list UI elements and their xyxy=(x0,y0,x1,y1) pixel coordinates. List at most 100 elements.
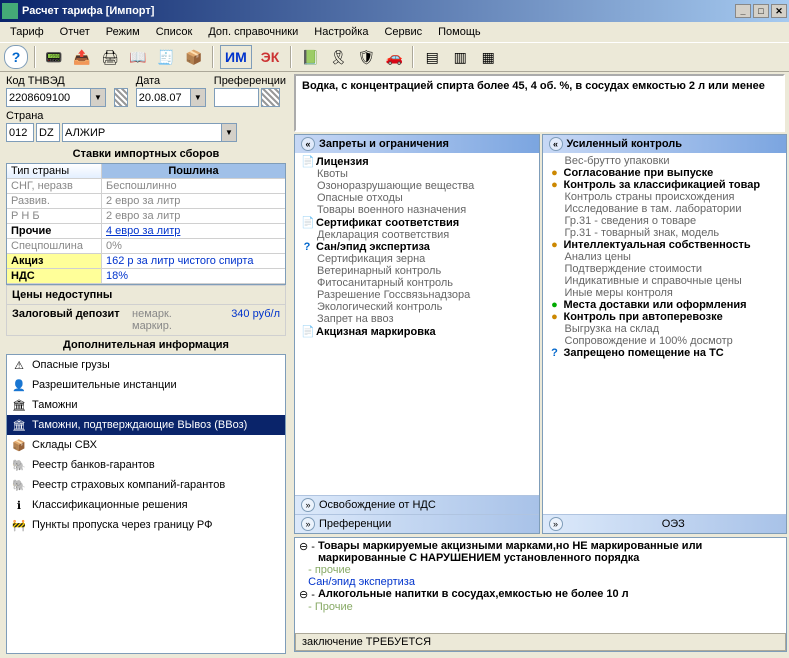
rate-value[interactable]: 18% xyxy=(102,269,285,283)
detail-item[interactable]: - прочие xyxy=(299,564,782,576)
addinfo-item[interactable]: 🐘Реестр страховых компаний-гарантов xyxy=(7,475,285,495)
menu-item[interactable]: Сервис xyxy=(378,24,428,40)
dropdown-icon[interactable]: ▼ xyxy=(91,88,106,107)
box-icon[interactable]: 📦 xyxy=(182,45,206,69)
list1-icon[interactable]: ▤ xyxy=(420,45,444,69)
sub-header[interactable]: Преференции xyxy=(319,518,391,530)
addinfo-item[interactable]: 🚧Пункты пропуска через границу РФ xyxy=(7,515,285,535)
ribbon-icon[interactable]: 🎗 xyxy=(326,45,350,69)
tree-item[interactable]: 📄Лицензия xyxy=(295,155,539,168)
menu-item[interactable]: Помощь xyxy=(432,24,487,40)
tree-item[interactable]: 📄Сертификат соответствия xyxy=(295,216,539,229)
tree-item[interactable]: Разрешение Госсвязьнадзора xyxy=(295,289,539,301)
country-code-input[interactable] xyxy=(6,123,34,142)
menu-item[interactable]: Настройка xyxy=(308,24,374,40)
detail-item[interactable]: ⊖ -Товары маркируемые акцизными марками,… xyxy=(299,540,782,564)
expand-icon[interactable]: » xyxy=(301,498,315,512)
menu-item[interactable]: Режим xyxy=(100,24,146,40)
tree-item[interactable]: Гр.31 - сведения о товаре xyxy=(543,215,787,227)
tree-item[interactable]: Индикативные и справочные цены xyxy=(543,275,787,287)
rate-value[interactable]: 162 р за литр чистого спирта xyxy=(102,254,285,268)
menu-item[interactable]: Доп. справочники xyxy=(202,24,304,40)
print-icon[interactable]: 🖨 xyxy=(98,45,122,69)
pref-input[interactable] xyxy=(214,88,259,107)
tree-item[interactable]: Квоты xyxy=(295,168,539,180)
addinfo-item[interactable]: 🐘Реестр банков-гарантов xyxy=(7,455,285,475)
tree-item[interactable]: Декларация соответствия xyxy=(295,229,539,241)
list3-icon[interactable]: ▦ xyxy=(476,45,500,69)
menu-item[interactable]: Тариф xyxy=(4,24,50,40)
dropdown-icon[interactable]: ▼ xyxy=(191,88,206,107)
close-button[interactable]: ✕ xyxy=(771,4,787,18)
tree-item[interactable]: Контроль страны происхождения xyxy=(543,191,787,203)
stamp-icon[interactable]: 🧾 xyxy=(154,45,178,69)
addinfo-item[interactable]: ℹКлассификационные решения xyxy=(7,495,285,515)
tree-item[interactable]: Опасные отходы xyxy=(295,192,539,204)
minimize-button[interactable]: _ xyxy=(735,4,751,18)
list2-icon[interactable]: ▥ xyxy=(448,45,472,69)
help-icon[interactable]: ? xyxy=(4,45,28,69)
tree-item[interactable]: Сертификация зерна xyxy=(295,253,539,265)
tree-toggle[interactable]: ⊖ - xyxy=(299,540,315,564)
tree-item[interactable]: Сопровождение и 100% досмотр xyxy=(543,335,787,347)
expand-icon[interactable]: » xyxy=(301,517,315,531)
menu-item[interactable]: Отчет xyxy=(54,24,96,40)
deposit-value[interactable]: 340 руб/л xyxy=(197,305,285,335)
addinfo-item[interactable]: 🏛Таможни, подтверждающие ВЫвоз (ВВоз) xyxy=(7,415,285,435)
tree-item[interactable]: Экологический контроль xyxy=(295,301,539,313)
tree-toggle[interactable] xyxy=(299,576,305,588)
collapse-icon[interactable]: « xyxy=(301,137,315,151)
tree-item[interactable]: Озоноразрушающие вещества xyxy=(295,180,539,192)
tree-item[interactable]: Вес-брутто упаковки xyxy=(543,155,787,167)
tree-item[interactable]: Выгрузка на склад xyxy=(543,323,787,335)
tree-item[interactable]: ●Контроль за классификацией товар xyxy=(543,179,787,191)
export-icon[interactable]: 📤 xyxy=(70,45,94,69)
detail-item[interactable]: ⊖ -Алкогольные напитки в сосудах,емкость… xyxy=(299,588,782,601)
collapse-icon[interactable]: « xyxy=(549,137,563,151)
sub-header[interactable]: Освобождение от НДС xyxy=(319,499,436,511)
dropdown-icon[interactable]: ▼ xyxy=(222,123,237,142)
tree-item[interactable]: Иные меры контроля xyxy=(543,287,787,299)
tree-item[interactable]: Подтверждение стоимости xyxy=(543,263,787,275)
tree-item[interactable]: ●Интеллектуальная собственность xyxy=(543,239,787,251)
col-header[interactable]: Пошлина xyxy=(102,164,285,178)
tree-item[interactable]: ●Контроль при автоперевозке xyxy=(543,311,787,323)
tnved-input[interactable] xyxy=(6,88,91,107)
calc-icon[interactable]: 📟 xyxy=(42,45,66,69)
tree-item[interactable]: Фитосанитарный контроль xyxy=(295,277,539,289)
date-input[interactable] xyxy=(136,88,191,107)
tree-item[interactable]: ?Сан/эпид экспертиза xyxy=(295,241,539,253)
maximize-button[interactable]: □ xyxy=(753,4,769,18)
tree-item[interactable]: Анализ цены xyxy=(543,251,787,263)
grid-icon[interactable] xyxy=(114,88,128,107)
tree-item[interactable]: ●Согласование при выпуске xyxy=(543,167,787,179)
tree-toggle[interactable]: ⊖ - xyxy=(299,588,315,601)
car-icon[interactable]: 🚗 xyxy=(382,45,406,69)
ek-button[interactable]: ЭК xyxy=(256,45,285,69)
addinfo-item[interactable]: 🏛Таможни xyxy=(7,395,285,415)
tree-toggle[interactable] xyxy=(299,601,305,613)
tree-toggle[interactable] xyxy=(299,564,305,576)
grid-icon[interactable] xyxy=(261,88,280,107)
green-book-icon[interactable]: 📗 xyxy=(298,45,322,69)
tree-item[interactable]: 📄Акцизная маркировка xyxy=(295,325,539,338)
menu-item[interactable]: Список xyxy=(150,24,199,40)
addinfo-item[interactable]: 📦Склады СВХ xyxy=(7,435,285,455)
tree-item[interactable]: ?Запрещено помещение на ТС xyxy=(543,347,787,359)
country-name-input[interactable] xyxy=(62,123,222,142)
tree-item[interactable]: Гр.31 - товарный знак, модель xyxy=(543,227,787,239)
rate-value[interactable]: 4 евро за литр xyxy=(102,224,285,238)
detail-item[interactable]: Сан/эпид экспертиза xyxy=(299,576,782,588)
expand-icon[interactable]: » xyxy=(549,517,563,531)
detail-item[interactable]: - Прочие xyxy=(299,601,782,613)
tree-item[interactable]: Исследование в там. лаборатории xyxy=(543,203,787,215)
book-icon[interactable]: 📖 xyxy=(126,45,150,69)
addinfo-item[interactable]: ⚠Опасные грузы xyxy=(7,355,285,375)
tree-item[interactable]: ●Места доставки или оформления xyxy=(543,299,787,311)
country-iso-input[interactable] xyxy=(36,123,60,142)
tree-item[interactable]: Ветеринарный контроль xyxy=(295,265,539,277)
shield-icon[interactable]: 🛡 xyxy=(354,45,378,69)
im-button[interactable]: ИМ xyxy=(220,45,252,69)
tree-item[interactable]: Запрет на ввоз xyxy=(295,313,539,325)
tree-item[interactable]: Товары военного назначения xyxy=(295,204,539,216)
